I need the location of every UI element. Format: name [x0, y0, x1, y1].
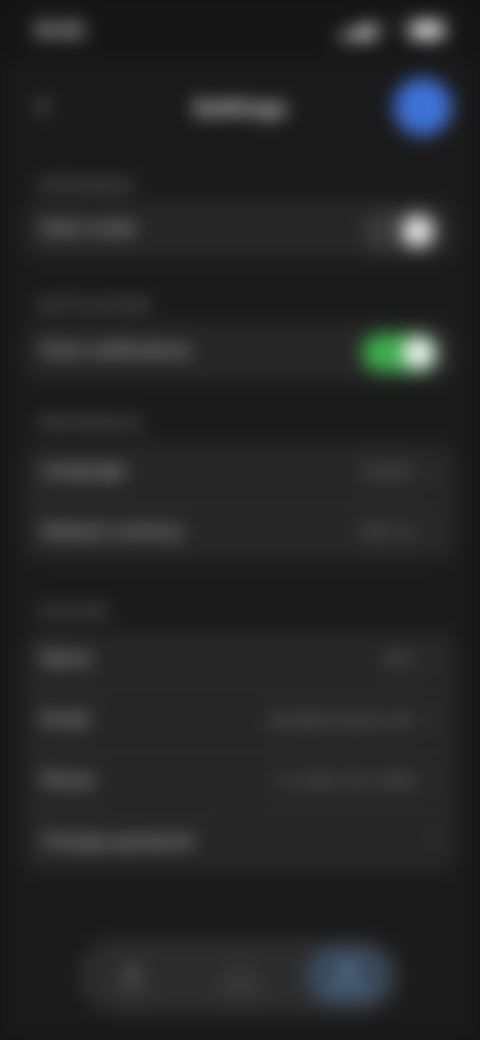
- chevron-right-icon: ›: [432, 707, 440, 731]
- status-bar: 9:41 ▂▄▆ ◠: [0, 0, 480, 60]
- default-currency-row[interactable]: Default currency USD ($) ›: [24, 503, 456, 563]
- row-label: Change password: [42, 832, 194, 852]
- section-header-appearance: APPEARANCE: [38, 178, 136, 194]
- status-icons: ▂▄▆ ◠: [339, 20, 444, 39]
- row-label: Email: [42, 710, 90, 730]
- appearance-card: Dark mode: [24, 200, 456, 260]
- nav-bar: ‹ Settings: [0, 60, 480, 156]
- chevron-right-icon: ›: [432, 458, 440, 482]
- section-header-account: ACCOUNT: [38, 604, 111, 620]
- row-label: Name: [42, 649, 93, 669]
- language-row[interactable]: Language English ›: [24, 442, 456, 503]
- phone-row[interactable]: Phone +1 (555) 012-3456 ›: [24, 752, 456, 813]
- row-value: English: [361, 462, 416, 480]
- row-label: Phone: [42, 771, 95, 791]
- tab-label: Home: [117, 982, 147, 993]
- signal-icon: ▂▄▆: [339, 20, 377, 39]
- row-value: +1 (555) 012-3456: [271, 772, 416, 790]
- chevron-right-icon: ›: [432, 646, 440, 670]
- status-time: 9:41: [36, 18, 86, 42]
- tab-home[interactable]: ⌂ Home: [90, 946, 174, 1006]
- activity-icon: ♢: [231, 957, 249, 981]
- tab-label: Activity: [221, 982, 259, 993]
- row-label: Push notifications: [42, 341, 193, 361]
- row-label: Language: [42, 461, 126, 481]
- dark-mode-row[interactable]: Dark mode: [24, 200, 456, 260]
- section-header-notifications: NOTIFICATIONS: [38, 298, 153, 314]
- row-value: alex@example.com: [268, 711, 416, 729]
- section-header-preferences: PREFERENCES: [38, 416, 144, 432]
- wifi-icon: ◠: [386, 20, 400, 39]
- row-label: Dark mode: [42, 219, 136, 239]
- settings-screen: 9:41 ▂▄▆ ◠ ‹ Settings APPEARANCE Dark mo…: [0, 0, 480, 1040]
- bottom-tab-bar: ⌂ Home ♢ Activity ⚙ Settings: [78, 938, 402, 1014]
- chevron-right-icon: ›: [432, 829, 440, 853]
- tab-label: Settings: [327, 982, 369, 993]
- push-notifications-toggle[interactable]: [362, 334, 438, 372]
- tab-settings[interactable]: ⚙ Settings: [306, 946, 390, 1006]
- battery-icon: [410, 20, 444, 39]
- change-password-row[interactable]: Change password ›: [24, 813, 456, 873]
- dark-mode-toggle[interactable]: [362, 212, 438, 250]
- home-icon: ⌂: [125, 957, 139, 981]
- gear-icon: ⚙: [339, 957, 357, 981]
- row-label: Default currency: [42, 522, 184, 542]
- profile-avatar[interactable]: [394, 78, 452, 136]
- toggle-knob: [403, 337, 435, 369]
- tab-activity[interactable]: ♢ Activity: [198, 946, 282, 1006]
- row-value: USD ($): [357, 523, 416, 541]
- row-value: Alex: [383, 650, 416, 668]
- preferences-card: Language English › Default currency USD …: [24, 442, 456, 563]
- chevron-right-icon: ›: [432, 519, 440, 543]
- toggle-knob: [402, 215, 434, 247]
- notifications-card: Push notifications: [24, 322, 456, 382]
- account-card: Name Alex › Email alex@example.com › Pho…: [24, 630, 456, 873]
- name-row[interactable]: Name Alex ›: [24, 630, 456, 691]
- chevron-right-icon: ›: [432, 768, 440, 792]
- push-notifications-row[interactable]: Push notifications: [24, 322, 456, 382]
- email-row[interactable]: Email alex@example.com ›: [24, 691, 456, 752]
